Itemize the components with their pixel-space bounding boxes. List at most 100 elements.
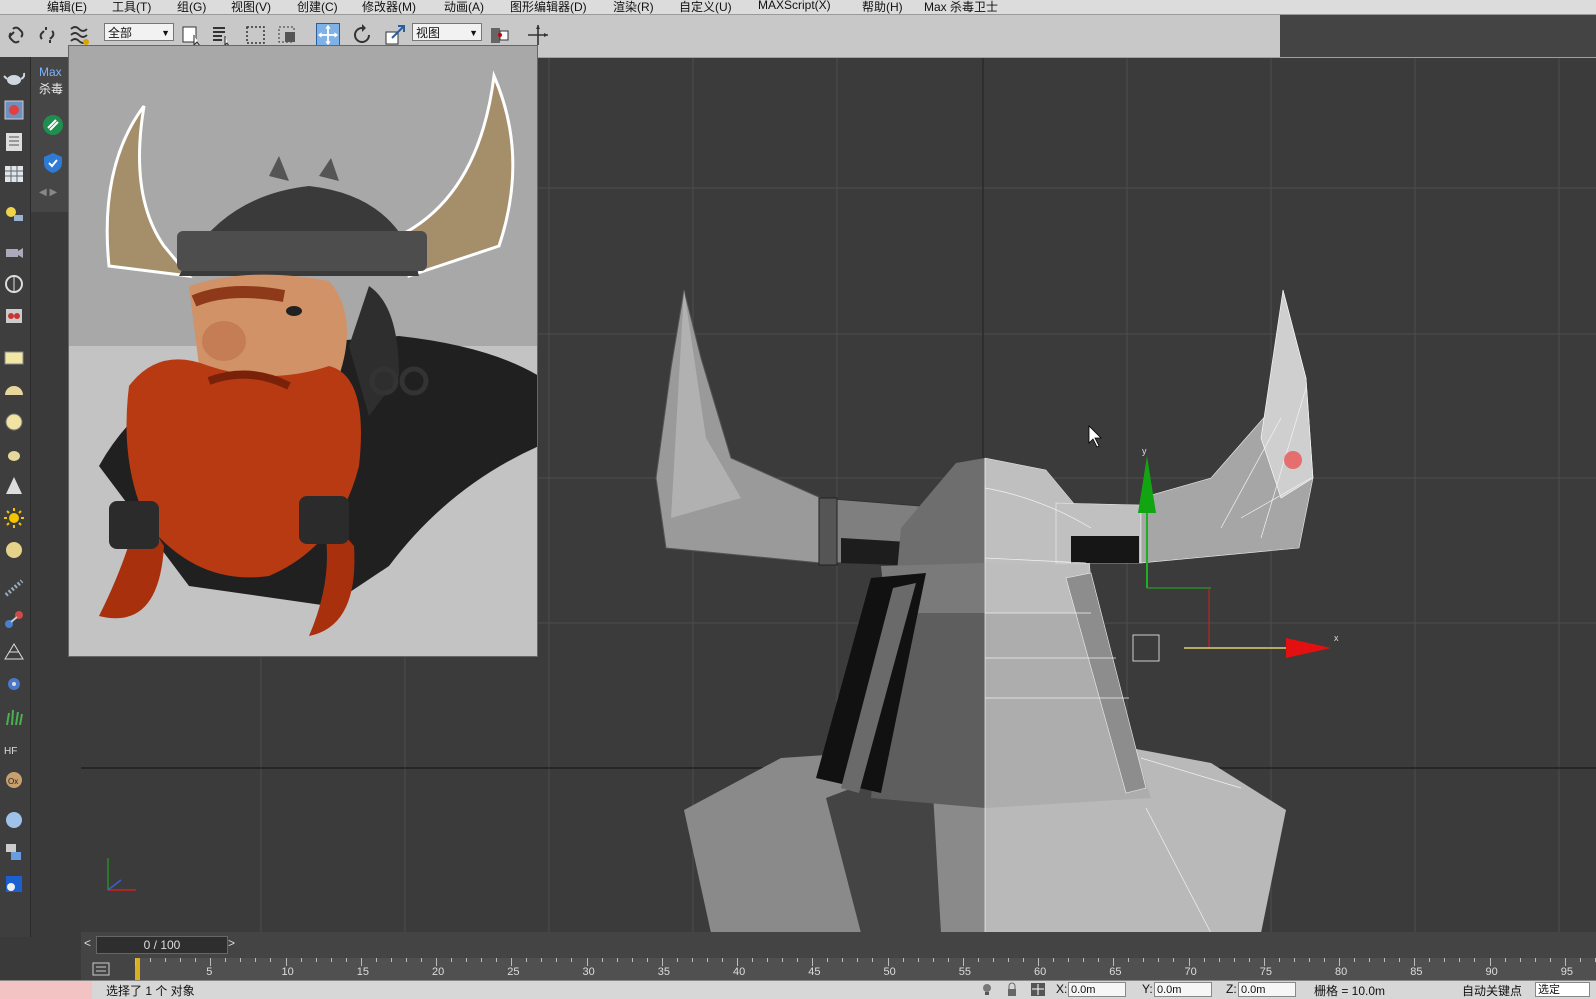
ruler-tick — [1128, 958, 1130, 962]
ruler-tick — [767, 958, 769, 962]
unlink-icon[interactable] — [36, 23, 60, 47]
menu-rendering[interactable]: 渲染(R) — [613, 0, 654, 14]
cmdpanel-title-line1: Max — [39, 65, 62, 79]
camera-icon[interactable] — [3, 241, 25, 263]
menu-group[interactable]: 组(G) — [177, 0, 206, 14]
menu-tools[interactable]: 工具(T) — [112, 0, 151, 14]
grid-size: 栅格 = 10.0m — [1314, 984, 1386, 998]
select-by-name-icon[interactable] — [210, 23, 234, 47]
time-slider[interactable]: 0 / 100 — [96, 936, 228, 954]
auto-key-label[interactable]: 自动关键点 — [1462, 982, 1522, 999]
absolute-mode-icon[interactable] — [1030, 982, 1046, 997]
menu-create[interactable]: 创建(C) — [297, 0, 338, 14]
particle-icon[interactable] — [3, 577, 25, 599]
menu-modifiers[interactable]: 修改器(M) — [362, 0, 416, 14]
ruler-tick — [1143, 958, 1145, 962]
scan-icon[interactable] — [41, 113, 65, 137]
ruler-tick-label: 55 — [958, 966, 971, 978]
sun-icon[interactable] — [3, 507, 25, 529]
left-tool-column: HF Ox — [0, 57, 31, 937]
ruler-tick-label: 30 — [582, 966, 595, 978]
select-and-move-icon[interactable] — [316, 23, 340, 47]
ruler-tick — [481, 958, 483, 962]
timeline-next-button[interactable]: > — [228, 936, 240, 952]
reference-coordinate-dropdown[interactable]: 视图 ▼ — [412, 23, 482, 41]
y-coord-label: Y: — [1142, 982, 1153, 996]
selected-set-field[interactable]: 选定 — [1535, 982, 1590, 997]
ruler-tick — [1354, 958, 1356, 962]
mr-sphere-icon[interactable] — [3, 809, 25, 831]
ruler-tick — [150, 958, 152, 962]
z-coord-label: Z: — [1226, 982, 1237, 996]
sphere-icon[interactable] — [3, 411, 25, 433]
layer-icon[interactable] — [3, 841, 25, 863]
menu-maxscript[interactable]: MAXScript(X) — [758, 0, 831, 12]
select-and-rotate-icon[interactable] — [350, 23, 374, 47]
menu-animation[interactable]: 动画(A) — [444, 0, 484, 14]
y-coord-field[interactable]: 0.0m — [1154, 982, 1212, 997]
link-constraint-icon[interactable] — [3, 609, 25, 631]
menu-graph-editors[interactable]: 图形编辑器(D) — [510, 0, 587, 14]
hair-fur-icon[interactable]: HF — [3, 737, 25, 759]
timeline-prev-button[interactable]: < — [84, 936, 96, 952]
pivot-center-icon[interactable] — [488, 23, 512, 47]
select-and-scale-icon[interactable] — [383, 23, 407, 47]
ruler-tick — [1248, 958, 1250, 962]
vertex-highlight — [1284, 451, 1302, 469]
menu-customize[interactable]: 自定义(U) — [679, 0, 732, 14]
timeline-ruler[interactable]: 5 10 15 20 25 30 35 40 45 50 55 60 65 70 75 80 85 90 95 — [135, 958, 1596, 980]
window-crossing-icon[interactable] — [276, 23, 300, 47]
ruler-tick — [165, 958, 167, 962]
menu-edit[interactable]: 编辑(E) — [47, 0, 87, 14]
ruler-tick — [917, 958, 919, 962]
lock-icon[interactable] — [1005, 982, 1019, 997]
z-coord-field[interactable]: 0.0m — [1238, 982, 1296, 997]
helmet-mesh[interactable] — [655, 289, 1314, 933]
plane-icon[interactable] — [3, 347, 25, 369]
ruler-tick — [180, 958, 182, 962]
viewport-icon[interactable] — [3, 873, 25, 895]
menu-antivirus[interactable]: Max 杀毒卫士 — [924, 0, 998, 14]
ruler-tick — [1519, 958, 1521, 962]
maxscript-listener-mini[interactable] — [0, 981, 92, 999]
grass-icon[interactable] — [3, 705, 25, 727]
ruler-tick-label: 35 — [657, 966, 670, 978]
ruler-tick — [857, 958, 859, 962]
geosphere-icon[interactable] — [3, 539, 25, 561]
helper-icon[interactable] — [3, 273, 25, 295]
bind-spacewarp-icon[interactable] — [68, 23, 92, 47]
light-icon[interactable] — [3, 203, 25, 225]
hemisphere-icon[interactable] — [3, 379, 25, 401]
ruler-tick — [797, 958, 799, 962]
video-post-icon[interactable] — [3, 305, 25, 327]
cone-icon[interactable] — [3, 475, 25, 497]
teapot-icon[interactable] — [3, 67, 25, 89]
select-manipulate-icon[interactable] — [526, 23, 550, 47]
x-coord-field[interactable]: 0.0m — [1068, 982, 1126, 997]
status-bar: 选择了 1 个 对象 X: 0.0m Y: 0.0m Z: 0.0m 栅格 = … — [0, 980, 1596, 999]
select-object-icon[interactable] — [180, 23, 204, 47]
gear-icon[interactable] — [3, 673, 25, 695]
selection-filter-dropdown[interactable]: 全部 ▼ — [104, 23, 174, 41]
render-frame-icon[interactable] — [3, 163, 25, 185]
bulb-icon[interactable] — [980, 982, 994, 997]
teapot-small-icon[interactable] — [3, 443, 25, 465]
track-bar-icon[interactable] — [91, 960, 111, 978]
render-setup-icon[interactable] — [3, 131, 25, 153]
material-editor-icon[interactable] — [3, 99, 25, 121]
ruler-tick — [571, 958, 573, 962]
ruler-tick — [135, 958, 136, 966]
rectangular-selection-icon[interactable] — [244, 23, 268, 47]
script-icon[interactable]: Ox — [3, 769, 25, 791]
ruler-tick — [1323, 958, 1325, 962]
gizmo-x-label: x — [1334, 633, 1339, 643]
reference-image-window[interactable] — [68, 45, 538, 657]
panel-nav-arrows[interactable]: ◀ ▶ — [39, 187, 57, 198]
ruler-tick — [1308, 958, 1310, 962]
menu-views[interactable]: 视图(V) — [231, 0, 271, 14]
menu-help[interactable]: 帮助(H) — [862, 0, 903, 14]
link-icon[interactable] — [4, 23, 28, 47]
ruler-tick — [676, 958, 678, 962]
shield-icon[interactable] — [41, 151, 65, 175]
mesh-icon[interactable] — [3, 641, 25, 663]
